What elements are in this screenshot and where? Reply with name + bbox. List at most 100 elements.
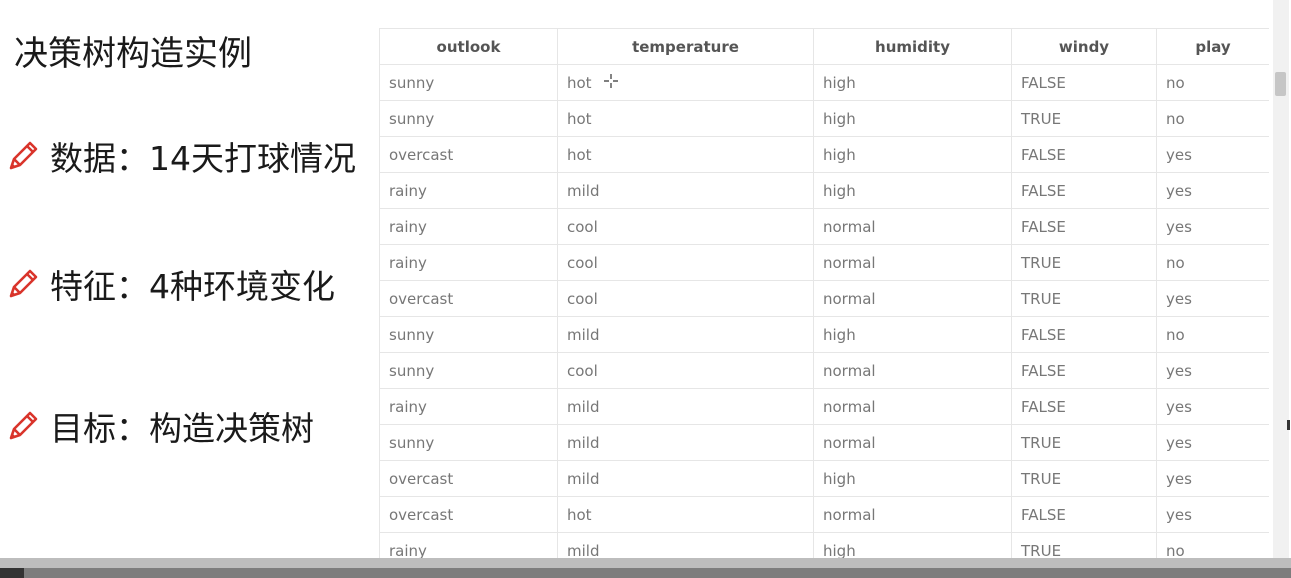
cell-outlook[interactable]: rainy [379, 388, 558, 425]
cell-play[interactable]: no [1156, 100, 1269, 137]
cell-humidity[interactable]: normal [813, 388, 1012, 425]
cell-play[interactable]: yes [1156, 460, 1269, 497]
cell-humidity[interactable]: normal [813, 424, 1012, 461]
bullet-data: 数据：14天打球情况 [6, 132, 356, 180]
cell-humidity[interactable]: high [813, 64, 1012, 101]
cell-humidity[interactable]: high [813, 316, 1012, 353]
cell-outlook[interactable]: overcast [379, 136, 558, 173]
pencil-icon [9, 141, 38, 170]
cell-outlook[interactable]: overcast [379, 280, 558, 317]
cell-play[interactable]: yes [1156, 496, 1269, 533]
cell-outlook[interactable]: sunny [379, 316, 558, 353]
cell-outlook[interactable]: sunny [379, 64, 558, 101]
cell-windy[interactable]: FALSE [1011, 388, 1157, 425]
table-row: sunny hot high TRUE no [379, 100, 1269, 137]
table-row: overcast cool normal TRUE yes [379, 280, 1269, 317]
cell-outlook[interactable]: sunny [379, 352, 558, 389]
cell-play[interactable]: yes [1156, 208, 1269, 245]
cell-play[interactable]: yes [1156, 388, 1269, 425]
edge-marker [1287, 420, 1290, 430]
cell-humidity[interactable]: high [813, 100, 1012, 137]
cell-outlook[interactable]: rainy [379, 172, 558, 209]
cell-temperature[interactable]: mild [557, 460, 814, 497]
cell-temperature[interactable]: cool [557, 352, 814, 389]
cell-outlook[interactable]: rainy [379, 532, 558, 560]
cell-play[interactable]: yes [1156, 424, 1269, 461]
cell-humidity[interactable]: normal [813, 244, 1012, 281]
slide-panel: 决策树构造实例 数据：14天打球情况 特征：4种环境变化 目标：构造决策树 [0, 0, 375, 560]
cell-windy[interactable]: FALSE [1011, 64, 1157, 101]
cell-windy[interactable]: TRUE [1011, 532, 1157, 560]
progress-track[interactable] [24, 568, 1291, 578]
cell-humidity[interactable]: high [813, 172, 1012, 209]
cell-windy[interactable]: FALSE [1011, 136, 1157, 173]
slide-title: 决策树构造实例 [14, 34, 252, 74]
bullet-features: 特征：4种环境变化 [6, 260, 335, 308]
cell-play[interactable]: no [1156, 244, 1269, 281]
weather-play-table: outlook temperature humidity windy play … [379, 28, 1269, 560]
table-row: overcast hot normal FALSE yes [379, 496, 1269, 533]
cell-play[interactable]: no [1156, 316, 1269, 353]
pencil-icon [9, 411, 38, 440]
cell-windy[interactable]: TRUE [1011, 460, 1157, 497]
cell-windy[interactable]: TRUE [1011, 424, 1157, 461]
cell-play[interactable]: no [1156, 532, 1269, 560]
cell-outlook[interactable]: overcast [379, 496, 558, 533]
cell-temperature[interactable]: hot [557, 100, 814, 137]
table-row: sunny mild normal TRUE yes [379, 424, 1269, 461]
cell-temperature[interactable]: mild [557, 424, 814, 461]
cell-play[interactable]: no [1156, 64, 1269, 101]
cell-windy[interactable]: FALSE [1011, 352, 1157, 389]
cell-humidity[interactable]: high [813, 136, 1012, 173]
cell-temperature[interactable]: cool [557, 208, 814, 245]
playback-progress[interactable] [0, 568, 24, 578]
cell-windy[interactable]: TRUE [1011, 100, 1157, 137]
cell-temperature[interactable]: mild [557, 316, 814, 353]
crosshair-cursor-icon [604, 74, 618, 88]
cell-humidity[interactable]: normal [813, 280, 1012, 317]
table-row: rainy mild normal FALSE yes [379, 388, 1269, 425]
header-windy[interactable]: windy [1011, 28, 1157, 65]
cell-humidity[interactable]: high [813, 532, 1012, 560]
cell-humidity[interactable]: normal [813, 208, 1012, 245]
cell-play[interactable]: yes [1156, 352, 1269, 389]
cell-windy[interactable]: FALSE [1011, 208, 1157, 245]
cell-temperature[interactable]: cool [557, 244, 814, 281]
scrollbar-thumb[interactable] [1275, 72, 1286, 96]
table-header-row: outlook temperature humidity windy play [379, 28, 1269, 65]
bullet-text: 特征：4种环境变化 [50, 267, 335, 306]
cell-temperature[interactable]: hot [557, 64, 814, 101]
table-row: overcast hot high FALSE yes [379, 136, 1269, 173]
cell-humidity[interactable]: normal [813, 496, 1012, 533]
cell-outlook[interactable]: sunny [379, 424, 558, 461]
cell-play[interactable]: yes [1156, 136, 1269, 173]
cell-windy[interactable]: FALSE [1011, 316, 1157, 353]
cell-temperature[interactable]: mild [557, 172, 814, 209]
data-table-container[interactable]: outlook temperature humidity windy play … [379, 28, 1269, 560]
header-outlook[interactable]: outlook [379, 28, 558, 65]
cell-outlook[interactable]: rainy [379, 244, 558, 281]
cell-play[interactable]: yes [1156, 280, 1269, 317]
bullet-text: 数据：14天打球情况 [50, 139, 356, 178]
cell-temperature[interactable]: hot [557, 136, 814, 173]
table-row: sunny hot high FALSE no [379, 64, 1269, 101]
header-humidity[interactable]: humidity [813, 28, 1012, 65]
cell-outlook[interactable]: rainy [379, 208, 558, 245]
cell-temperature[interactable]: mild [557, 532, 814, 560]
cell-play[interactable]: yes [1156, 172, 1269, 209]
cell-windy[interactable]: FALSE [1011, 496, 1157, 533]
cell-outlook[interactable]: sunny [379, 100, 558, 137]
cell-windy[interactable]: TRUE [1011, 244, 1157, 281]
cell-humidity[interactable]: high [813, 460, 1012, 497]
cell-temperature[interactable]: mild [557, 388, 814, 425]
cell-windy[interactable]: TRUE [1011, 280, 1157, 317]
cell-windy[interactable]: FALSE [1011, 172, 1157, 209]
cell-temperature[interactable]: cool [557, 280, 814, 317]
cell-humidity[interactable]: normal [813, 352, 1012, 389]
header-temperature[interactable]: temperature [557, 28, 814, 65]
table-row: rainy mild high FALSE yes [379, 172, 1269, 209]
cell-temperature[interactable]: hot [557, 496, 814, 533]
cell-outlook[interactable]: overcast [379, 460, 558, 497]
header-play[interactable]: play [1156, 28, 1269, 65]
bullet-goal: 目标：构造决策树 [6, 402, 314, 450]
